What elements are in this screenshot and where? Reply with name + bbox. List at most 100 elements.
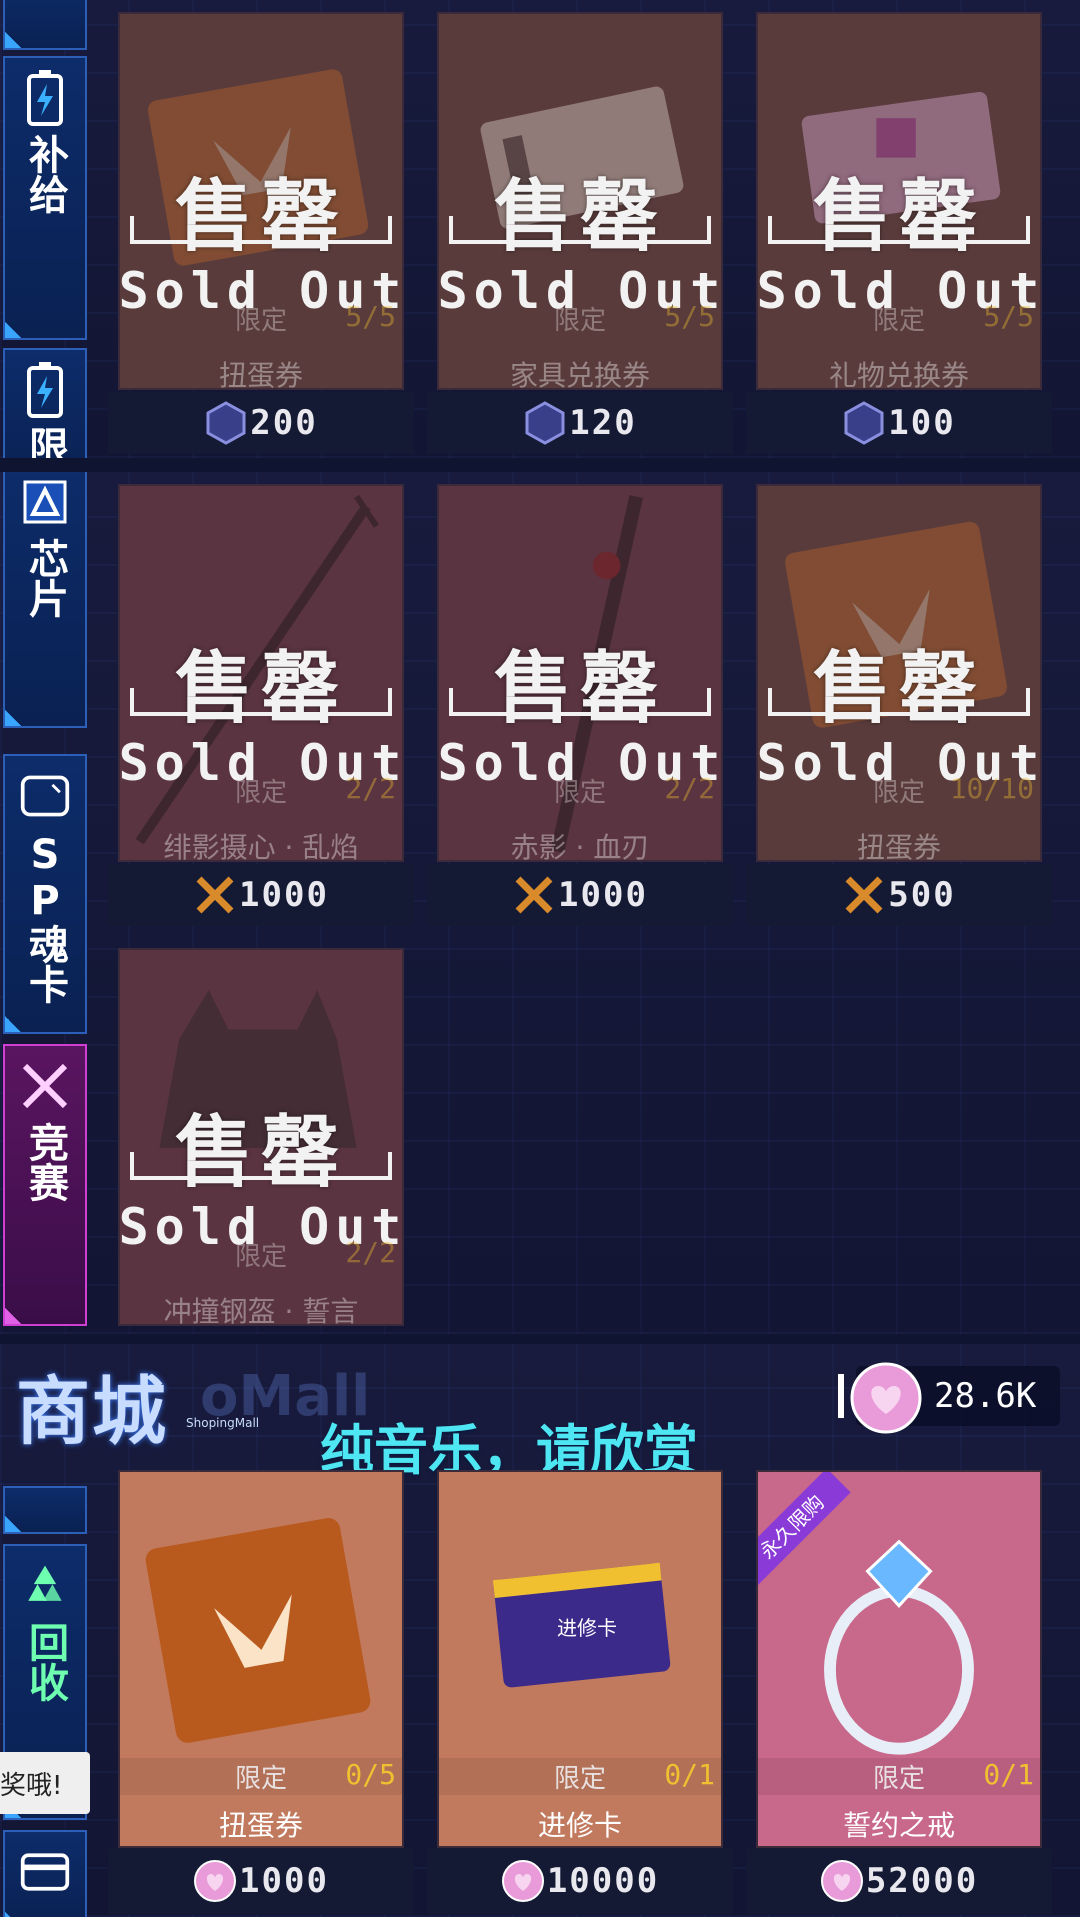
- crossed-swords-currency-icon: [845, 876, 883, 914]
- toast-message: 奖哦!: [0, 1752, 90, 1814]
- price-bar: 1000: [427, 864, 733, 926]
- price-value: 1000: [239, 875, 329, 915]
- sold-out-divider: [768, 688, 1030, 716]
- shop-item-card[interactable]: 售罄 Sold Out 限定 2/2 赤影 · 血刃: [437, 484, 723, 864]
- price-bar: 200: [108, 392, 414, 454]
- sidebar-tab-chip[interactable]: 芯片: [3, 472, 87, 728]
- price-bar: 10000: [427, 1848, 733, 1914]
- price-value: 500: [888, 875, 956, 915]
- sold-out-divider: [768, 216, 1030, 244]
- limit-count: 2/2: [345, 772, 396, 805]
- limit-row: 限定 0/5: [120, 1758, 402, 1795]
- sidebar-tab-label: 补给: [22, 134, 68, 214]
- heart-coin-icon: [501, 1860, 544, 1902]
- shop-item-card[interactable]: 售罄 Sold Out 限定 5/5 家具兑换券: [437, 12, 723, 392]
- sold-out-divider: [449, 216, 711, 244]
- price-value: 1000: [239, 1861, 329, 1901]
- sold-out-cn: 售罄: [174, 172, 347, 262]
- limit-row: 限定 10/10: [758, 772, 1040, 809]
- currency-divider: [838, 1374, 844, 1418]
- limit-row: 限定 2/2: [439, 772, 721, 809]
- sidebar-tab-label: 回收: [22, 1622, 68, 1702]
- limit-count: 0/5: [345, 1758, 396, 1791]
- item-name: 进修卡: [537, 1809, 622, 1842]
- sidebar-tab-label: 竞赛: [22, 1122, 68, 1202]
- sidebar-tab-competition[interactable]: 竞赛: [3, 1044, 87, 1326]
- price-value: 52000: [865, 1861, 979, 1901]
- sidebar-tab-partial[interactable]: [3, 1486, 87, 1534]
- crossed-swords-currency-icon: [515, 876, 553, 914]
- shop-panel-supply: 补给 限 售罄 Sold Out 限定 5/5 扭蛋券 售罄 Sold Out 限…: [0, 0, 1080, 458]
- heart-coin-icon: [820, 1860, 863, 1902]
- chip-icon: [19, 476, 71, 528]
- limit-row: 限定 2/2: [120, 772, 402, 809]
- limit-label: 限定: [234, 778, 287, 808]
- shop-item-card[interactable]: 限定 0/5 扭蛋券: [118, 1470, 404, 1848]
- sold-out-divider: [130, 216, 392, 244]
- shop-item-card[interactable]: 永久限购 限定 0/1 誓约之戒: [756, 1470, 1042, 1848]
- shop-panel-mall: oMall 商城 ShopingMall 28.6K 纯音乐，请欣赏 回收 奖哦…: [0, 1344, 1080, 1917]
- limit-label: 限定: [872, 306, 925, 336]
- limit-row: 限定 0/1: [439, 1758, 721, 1795]
- card-icon: [19, 770, 71, 822]
- item-name: 扭蛋券: [218, 359, 303, 392]
- card-print-text: 进修卡: [557, 1616, 617, 1640]
- sidebar-tab-label: 芯片: [22, 538, 68, 618]
- page-subtitle: ShopingMall: [186, 1416, 260, 1430]
- limit-label: 限定: [553, 306, 606, 336]
- sold-out-cn: 售罄: [493, 644, 666, 734]
- limit-label: 限定: [234, 1242, 287, 1272]
- price-value: 100: [888, 403, 956, 443]
- shop-item-card[interactable]: 售罄 Sold Out 限定 5/5 礼物兑换券: [756, 12, 1042, 392]
- crossed-swords-currency-icon: [196, 876, 234, 914]
- sidebar-tab-supply[interactable]: 补给: [3, 56, 87, 340]
- limit-label: 限定: [553, 778, 606, 808]
- limit-label: 限定: [872, 1764, 925, 1794]
- shop-item-card[interactable]: 售罄 Sold Out 限定 2/2 绯影摄心 · 乱焰: [118, 484, 404, 864]
- item-name: 绯影摄心 · 乱焰: [163, 831, 359, 864]
- sold-out-cn: 售罄: [174, 1108, 347, 1198]
- limit-count: 5/5: [664, 300, 715, 333]
- limit-label: 限定: [553, 1764, 606, 1794]
- price-bar: 500: [746, 864, 1052, 926]
- crossed-guns-icon: [19, 1060, 71, 1112]
- price-bar: 120: [427, 392, 733, 454]
- sidebar-tab-sp-card[interactable]: SP魂卡: [3, 754, 87, 1034]
- item-name: 赤影 · 血刃: [510, 831, 650, 864]
- sold-out-cn: 售罄: [812, 644, 985, 734]
- currency-display[interactable]: 28.6K: [838, 1362, 1060, 1434]
- sold-out-cn: 售罄: [174, 644, 347, 734]
- limit-row: 限定 2/2: [120, 1236, 402, 1273]
- limit-count: 2/2: [664, 772, 715, 805]
- limit-label: 限定: [234, 306, 287, 336]
- limit-count: 0/1: [664, 1758, 715, 1791]
- limit-row: 限定 5/5: [758, 300, 1040, 337]
- shop-item-card[interactable]: 售罄 Sold Out 限定 10/10 扭蛋券: [756, 484, 1042, 864]
- battery-icon: [19, 70, 71, 126]
- sidebar-tab-top-partial[interactable]: [3, 0, 87, 50]
- price-bar: 52000: [746, 1848, 1052, 1914]
- shop-item-card[interactable]: 进修卡 限定 0/1 进修卡: [437, 1470, 723, 1848]
- sidebar-tab-limited[interactable]: 限: [3, 348, 87, 458]
- crystal-currency-icon: [206, 401, 246, 445]
- limit-row: 限定 5/5: [439, 300, 721, 337]
- shop-item-card[interactable]: 售罄 Sold Out 限定 5/5 扭蛋券: [118, 12, 404, 392]
- sidebar-tab-card[interactable]: [3, 1830, 87, 1917]
- battery-icon: [19, 362, 71, 418]
- shop-item-card[interactable]: 售罄 Sold Out 限定 2/2 冲撞钢盔 · 誓言: [118, 948, 404, 1328]
- sidebar-tab-label: 限: [22, 426, 68, 458]
- price-value: 200: [250, 403, 318, 443]
- limit-count: 5/5: [345, 300, 396, 333]
- currency-value: 28.6K: [934, 1376, 1037, 1416]
- sold-out-cn: 售罄: [493, 172, 666, 262]
- price-bar: 1000: [108, 864, 414, 926]
- item-name: 家具兑换券: [509, 359, 650, 392]
- crystal-currency-icon: [525, 401, 565, 445]
- limit-count: 10/10: [949, 772, 1034, 805]
- sold-out-cn: 售罄: [812, 172, 985, 262]
- limit-row: 限定 5/5: [120, 300, 402, 337]
- sidebar-tab-label: SP魂卡: [22, 832, 68, 1004]
- limit-count: 0/1: [983, 1758, 1034, 1791]
- sold-out-divider: [130, 688, 392, 716]
- heart-coin-icon: [194, 1860, 237, 1902]
